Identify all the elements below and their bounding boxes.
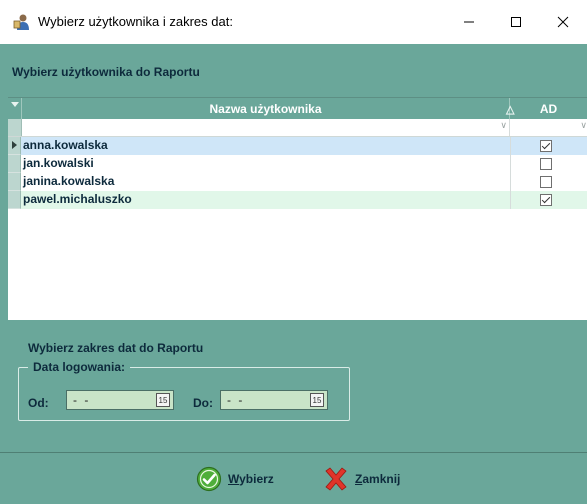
login-date-group-label: Data logowania:: [28, 360, 131, 374]
row-selector-current[interactable]: [8, 137, 21, 155]
user-name-cell[interactable]: pawel.michaluszko: [23, 191, 508, 209]
calendar-icon[interactable]: 15: [156, 393, 170, 407]
red-x-icon: [325, 467, 347, 491]
to-date-label: Do:: [193, 396, 213, 410]
close-button[interactable]: [540, 0, 586, 44]
ad-checkbox[interactable]: [540, 140, 552, 152]
select-button-mnemonic: W: [228, 472, 240, 486]
column-header-ad[interactable]: AD: [510, 98, 587, 119]
user-name-cell[interactable]: janina.kowalska: [23, 173, 508, 191]
maximize-button[interactable]: [493, 0, 539, 44]
from-date-value[interactable]: - -: [73, 393, 90, 407]
users-panel-title: Wybierz użytkownika do Raportu: [12, 65, 200, 79]
title-bar: Wybierz użytkownika i zakres dat:: [0, 0, 587, 44]
column-header-name-label: Nazwa użytkownika: [209, 101, 322, 116]
row-selector[interactable]: [8, 155, 21, 173]
footer-divider: [0, 452, 587, 453]
ad-cell[interactable]: [510, 137, 587, 155]
minimize-button[interactable]: [446, 0, 492, 44]
date-panel-title: Wybierz zakres dat do Raportu: [28, 341, 204, 355]
dialog-body: Wybierz użytkownika do Raportu Nazwa uży…: [0, 44, 587, 504]
ad-checkbox[interactable]: [540, 194, 552, 206]
column-header-name[interactable]: Nazwa użytkownika △: [22, 98, 514, 119]
to-date-value[interactable]: - -: [227, 393, 244, 407]
from-date-label: Od:: [28, 396, 49, 410]
ad-checkbox[interactable]: [540, 176, 552, 188]
table-row[interactable]: anna.kowalska: [8, 137, 587, 155]
chevron-down-icon[interactable]: ∨: [580, 120, 587, 131]
table-row[interactable]: janina.kowalska: [8, 173, 587, 191]
ad-checkbox[interactable]: [540, 158, 552, 170]
ad-cell[interactable]: [510, 191, 587, 209]
close-dialog-button[interactable]: Zamknij: [323, 465, 400, 493]
filter-row: ∨ ∨: [8, 119, 587, 137]
select-button[interactable]: Wybierz: [196, 465, 274, 493]
users-grid: Nazwa użytkownika △ AD ∨ ∨ anna.kowalska…: [8, 97, 587, 320]
from-date-field[interactable]: - - 15: [66, 390, 174, 410]
checkmark-icon: [196, 466, 222, 492]
grid-header: Nazwa użytkownika △ AD: [8, 98, 587, 119]
chevron-down-icon[interactable]: ∨: [500, 120, 507, 131]
table-row[interactable]: pawel.michaluszko: [8, 191, 587, 209]
row-selector[interactable]: [8, 191, 21, 209]
column-chooser-icon[interactable]: [8, 98, 22, 119]
app-icon: [13, 14, 29, 30]
close-button-label: amknij: [362, 472, 401, 486]
window-title: Wybierz użytkownika i zakres dat:: [38, 14, 233, 29]
select-button-label: ybierz: [239, 472, 274, 486]
maximize-icon: [511, 17, 521, 27]
ad-filter-input[interactable]: ∨: [510, 119, 587, 136]
minimize-icon: [464, 21, 474, 23]
ad-cell[interactable]: [510, 173, 587, 191]
user-name-cell[interactable]: anna.kowalska: [23, 137, 508, 155]
ad-cell[interactable]: [510, 155, 587, 173]
user-name-cell[interactable]: jan.kowalski: [23, 155, 508, 173]
to-date-field[interactable]: - - 15: [220, 390, 328, 410]
table-row[interactable]: jan.kowalski: [8, 155, 587, 173]
row-selector[interactable]: [8, 173, 21, 191]
filter-row-selector: [8, 119, 22, 136]
name-filter-input[interactable]: ∨: [22, 119, 510, 136]
close-icon: [557, 16, 569, 28]
calendar-icon[interactable]: 15: [310, 393, 324, 407]
